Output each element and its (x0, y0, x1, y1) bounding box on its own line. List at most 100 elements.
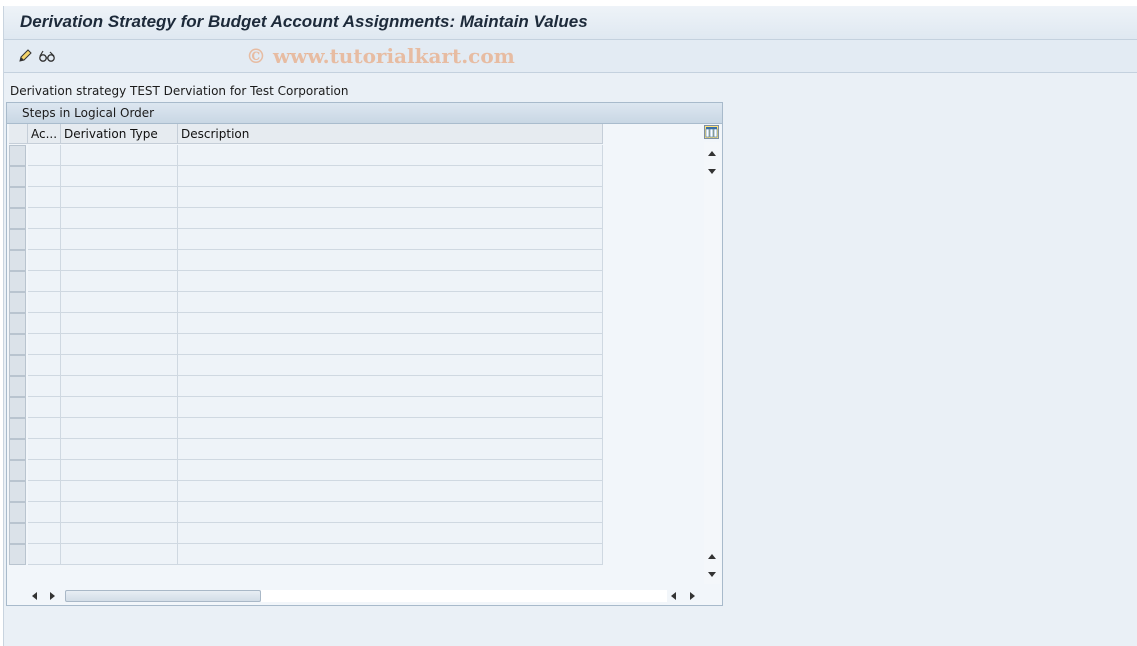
cell-ac[interactable] (28, 208, 61, 229)
row-selector[interactable] (9, 376, 26, 397)
cell-derivation-type[interactable] (61, 460, 178, 481)
row-selector[interactable] (9, 145, 26, 166)
cell-ac[interactable] (28, 187, 61, 208)
table-settings-icon[interactable] (704, 125, 719, 139)
row-selector[interactable] (9, 460, 26, 481)
scroll-right-icon[interactable] (50, 592, 55, 600)
cell-derivation-type[interactable] (61, 355, 178, 376)
scroll-column-right-icon[interactable] (690, 592, 695, 600)
cell-ac[interactable] (28, 460, 61, 481)
cell-derivation-type[interactable] (61, 481, 178, 502)
cell-derivation-type[interactable] (61, 439, 178, 460)
glasses-icon[interactable] (38, 48, 56, 64)
cell-description[interactable] (178, 376, 603, 397)
cell-ac[interactable] (28, 166, 61, 187)
cell-derivation-type[interactable] (61, 523, 178, 544)
scroll-down-icon[interactable] (708, 169, 716, 174)
cell-description[interactable] (178, 250, 603, 271)
scroll-up-icon[interactable] (708, 151, 716, 156)
row-selector[interactable] (9, 418, 26, 439)
scroll-page-down-icon[interactable] (708, 572, 716, 577)
cell-derivation-type[interactable] (61, 313, 178, 334)
cell-derivation-type[interactable] (61, 502, 178, 523)
row-selector[interactable] (9, 502, 26, 523)
cell-ac[interactable] (28, 544, 61, 565)
cell-description[interactable] (178, 292, 603, 313)
cell-derivation-type[interactable] (61, 271, 178, 292)
row-selector[interactable] (9, 439, 26, 460)
cell-derivation-type[interactable] (61, 397, 178, 418)
cell-derivation-type[interactable] (61, 187, 178, 208)
row-selector[interactable] (9, 334, 26, 355)
cell-derivation-type[interactable] (61, 250, 178, 271)
cell-ac[interactable] (28, 439, 61, 460)
cell-derivation-type[interactable] (61, 544, 178, 565)
cell-derivation-type[interactable] (61, 208, 178, 229)
scroll-page-up-icon[interactable] (708, 554, 716, 559)
column-header-description[interactable]: Description (178, 124, 603, 144)
cell-ac[interactable] (28, 250, 61, 271)
cell-ac[interactable] (28, 355, 61, 376)
cell-ac[interactable] (28, 145, 61, 166)
cell-derivation-type[interactable] (61, 229, 178, 250)
cell-description[interactable] (178, 145, 603, 166)
row-selector[interactable] (9, 292, 26, 313)
row-selector[interactable] (9, 313, 26, 334)
cell-derivation-type[interactable] (61, 418, 178, 439)
row-selector[interactable] (9, 523, 26, 544)
cell-ac[interactable] (28, 418, 61, 439)
cell-derivation-type[interactable] (61, 292, 178, 313)
horizontal-scroll-track[interactable] (261, 590, 667, 602)
cell-ac[interactable] (28, 229, 61, 250)
column-header-derivation-type[interactable]: Derivation Type (61, 124, 178, 144)
cell-ac[interactable] (28, 313, 61, 334)
cell-description[interactable] (178, 208, 603, 229)
cell-description[interactable] (178, 418, 603, 439)
cell-ac[interactable] (28, 376, 61, 397)
cell-description[interactable] (178, 229, 603, 250)
row-selector[interactable] (9, 355, 26, 376)
pencil-icon[interactable] (16, 48, 34, 64)
row-selector[interactable] (9, 208, 26, 229)
select-all-corner[interactable] (9, 124, 28, 144)
cell-description[interactable] (178, 166, 603, 187)
cell-description[interactable] (178, 460, 603, 481)
row-selector[interactable] (9, 166, 26, 187)
cell-description[interactable] (178, 355, 603, 376)
row-selector[interactable] (9, 481, 26, 502)
cell-ac[interactable] (28, 397, 61, 418)
cell-description[interactable] (178, 271, 603, 292)
row-selector[interactable] (9, 544, 26, 565)
sap-window: Derivation Strategy for Budget Account A… (3, 6, 1137, 646)
cell-description[interactable] (178, 502, 603, 523)
cell-description[interactable] (178, 439, 603, 460)
scroll-left-icon[interactable] (32, 592, 37, 600)
cell-derivation-type[interactable] (61, 145, 178, 166)
cell-ac[interactable] (28, 334, 61, 355)
cell-description[interactable] (178, 397, 603, 418)
cell-ac[interactable] (28, 292, 61, 313)
cell-description[interactable] (178, 334, 603, 355)
cell-derivation-type[interactable] (61, 334, 178, 355)
row-selector[interactable] (9, 250, 26, 271)
cell-ac[interactable] (28, 502, 61, 523)
row-selector[interactable] (9, 397, 26, 418)
cell-derivation-type[interactable] (61, 376, 178, 397)
cell-ac[interactable] (28, 481, 61, 502)
cell-description[interactable] (178, 187, 603, 208)
row-selector[interactable] (9, 187, 26, 208)
horizontal-scroll-thumb[interactable] (65, 590, 261, 602)
row-selector[interactable] (9, 271, 26, 292)
scroll-column-left-icon[interactable] (671, 592, 676, 600)
cell-description[interactable] (178, 313, 603, 334)
cell-description[interactable] (178, 544, 603, 565)
vertical-scrollbar[interactable] (704, 142, 720, 584)
cell-ac[interactable] (28, 271, 61, 292)
cell-derivation-type[interactable] (61, 166, 178, 187)
row-selector[interactable] (9, 229, 26, 250)
column-header-ac[interactable]: Ac... (28, 124, 61, 144)
cell-description[interactable] (178, 481, 603, 502)
cell-description[interactable] (178, 523, 603, 544)
cell-ac[interactable] (28, 523, 61, 544)
horizontal-scrollbar[interactable] (7, 586, 722, 604)
